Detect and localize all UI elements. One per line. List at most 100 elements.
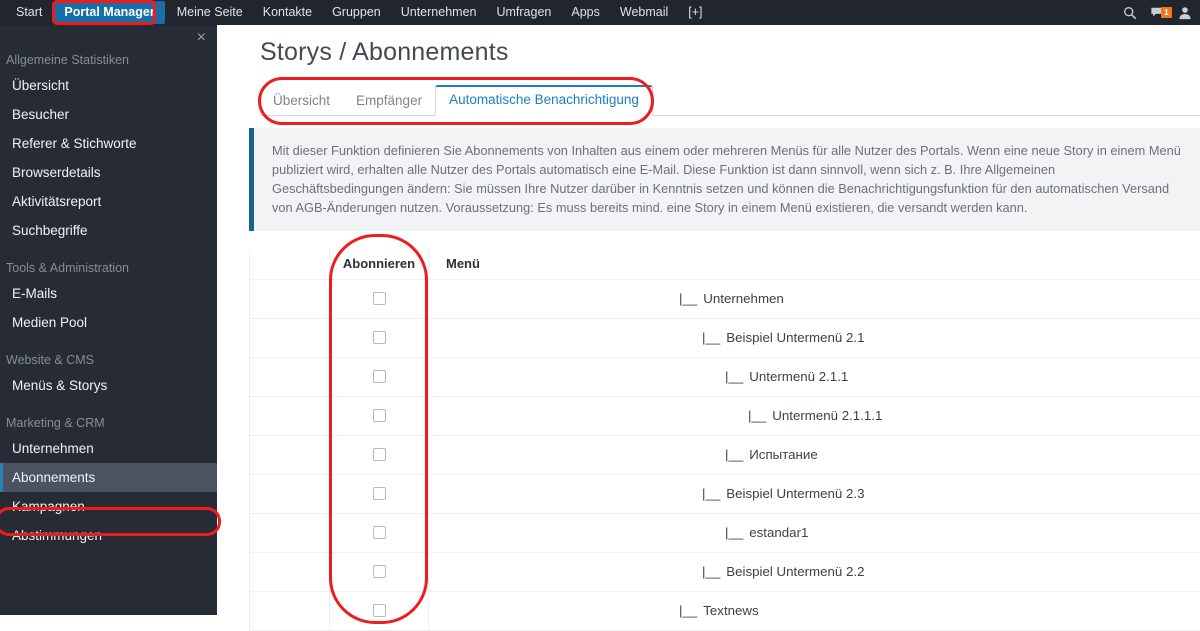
- sidebar-close-icon[interactable]: ×: [197, 30, 206, 46]
- row-spacer-cell: [250, 279, 330, 318]
- page-title: Storys / Abonnements: [217, 25, 1200, 67]
- sidebar-item-suchbegriffe[interactable]: Suchbegriffe: [0, 216, 217, 245]
- table-row: |__ Испытание: [250, 435, 1200, 474]
- tree-prefix: |__: [702, 486, 720, 501]
- subscription-table: Abonnieren Menü |__Unternehmen|__Beispie…: [249, 249, 1200, 631]
- table-row: |__ Untermenü 2.1.1: [250, 357, 1200, 396]
- tree-prefix: |__: [679, 291, 697, 306]
- menu-label: Beispiel Untermenü 2.2: [726, 564, 864, 579]
- menu-label: Unternehmen: [703, 291, 784, 306]
- sidebar-item-abstimmungen[interactable]: Abstimmungen: [0, 521, 217, 550]
- subscribe-cell: [330, 357, 429, 396]
- sidebar-item-unternehmen[interactable]: Unternehmen: [0, 434, 217, 463]
- tab-empf-nger[interactable]: Empfänger: [343, 87, 435, 116]
- sidebar-group-title: Tools & Administration: [0, 261, 217, 275]
- top-navigation-bar: StartPortal ManagerMeine SeiteKontakteGr…: [0, 0, 1200, 25]
- menu-cell: |__Textnews: [429, 591, 1200, 630]
- table-row: |__ estandar1: [250, 513, 1200, 552]
- menu-label: Испытание: [749, 447, 817, 462]
- subscribe-checkbox[interactable]: [373, 526, 386, 539]
- subscribe-checkbox[interactable]: [373, 448, 386, 461]
- messages-icon[interactable]: 1: [1150, 6, 1165, 20]
- table-header-row: Abonnieren Menü: [250, 249, 1200, 279]
- tab-automatische-benachrichtigung[interactable]: Automatische Benachrichtigung: [435, 85, 653, 116]
- message-count-badge: 1: [1161, 7, 1172, 18]
- menu-label: estandar1: [749, 525, 808, 540]
- sidebar-item-men-s-storys[interactable]: Menüs & Storys: [0, 371, 217, 400]
- tree-prefix: |__: [725, 525, 743, 540]
- subscribe-checkbox[interactable]: [373, 409, 386, 422]
- sidebar-item-medien-pool[interactable]: Medien Pool: [0, 308, 217, 337]
- search-icon[interactable]: [1123, 6, 1137, 20]
- nav-item-portal-manager[interactable]: Portal Manager: [54, 1, 164, 24]
- table-body: |__Unternehmen|__Beispiel Untermenü 2.1|…: [250, 279, 1200, 630]
- nav-item-[interactable]: [+]: [678, 2, 712, 23]
- sidebar-groups: Allgemeine Statistiken ÜbersichtBesucherR…: [0, 53, 217, 550]
- row-spacer-cell: [250, 357, 330, 396]
- main-content: Storys / Abonnements ÜbersichtEmpfängerA…: [217, 25, 1200, 615]
- subscribe-cell: [330, 318, 429, 357]
- sidebar-item-browserdetails[interactable]: Browserdetails: [0, 158, 217, 187]
- nav-item-unternehmen[interactable]: Unternehmen: [391, 2, 487, 23]
- menu-label: Untermenü 2.1.1: [749, 369, 848, 384]
- sidebar-item-besucher[interactable]: Besucher: [0, 100, 217, 129]
- subscribe-checkbox[interactable]: [373, 565, 386, 578]
- sidebar-item-e-mails[interactable]: E-Mails: [0, 279, 217, 308]
- sidebar-item-aktivit-tsreport[interactable]: Aktivitätsreport: [0, 187, 217, 216]
- tree-prefix: |__: [702, 330, 720, 345]
- subscribe-cell: [330, 474, 429, 513]
- menu-cell: |__Untermenü 2.1.1.1: [429, 396, 1200, 435]
- menu-cell: |__Beispiel Untermenü 2.2: [429, 552, 1200, 591]
- table-row: |__ Unternehmen: [250, 279, 1200, 318]
- info-box: Mit dieser Funktion definieren Sie Abonn…: [249, 128, 1200, 231]
- menu-cell: |__ Испытание: [429, 435, 1200, 474]
- subscribe-cell: [330, 513, 429, 552]
- top-nav-right-icons: 1: [1123, 0, 1192, 25]
- subscribe-checkbox[interactable]: [373, 487, 386, 500]
- nav-item-start[interactable]: Start: [6, 2, 52, 23]
- nav-item-kontakte[interactable]: Kontakte: [253, 2, 322, 23]
- table-row: |__Untermenü 2.1.1.1: [250, 396, 1200, 435]
- sidebar-group-title: Allgemeine Statistiken: [0, 53, 217, 67]
- table-row: |__Textnews: [250, 591, 1200, 630]
- menu-cell: |__ estandar1: [429, 513, 1200, 552]
- header-abonnieren: Abonnieren: [330, 249, 429, 279]
- tree-prefix: |__: [725, 447, 743, 462]
- sidebar: × Allgemeine Statistiken ÜbersichtBesuche…: [0, 25, 217, 615]
- sidebar-group-title: Marketing & CRM: [0, 416, 217, 430]
- table-row: |__Beispiel Untermenü 2.1: [250, 318, 1200, 357]
- menu-label: Beispiel Untermenü 2.3: [726, 486, 864, 501]
- table-head: Abonnieren Menü: [250, 249, 1200, 279]
- menu-cell: |__Beispiel Untermenü 2.1: [429, 318, 1200, 357]
- subscribe-checkbox[interactable]: [373, 292, 386, 305]
- info-box-text: Mit dieser Funktion definieren Sie Abonn…: [272, 141, 1184, 217]
- sidebar-item-kampagnen[interactable]: Kampagnen: [0, 492, 217, 521]
- nav-item-umfragen[interactable]: Umfragen: [486, 2, 561, 23]
- tab-strip: ÜbersichtEmpfängerAutomatische Benachric…: [260, 85, 1200, 116]
- nav-item-apps[interactable]: Apps: [561, 2, 610, 23]
- menu-cell: |__ Untermenü 2.1.1: [429, 357, 1200, 396]
- sidebar-item-abonnements[interactable]: Abonnements: [0, 463, 217, 492]
- user-icon[interactable]: [1178, 6, 1192, 20]
- nav-item-meine-seite[interactable]: Meine Seite: [167, 2, 253, 23]
- row-spacer-cell: [250, 435, 330, 474]
- header-spacer: [250, 249, 330, 279]
- menu-cell: |__ Beispiel Untermenü 2.3: [429, 474, 1200, 513]
- row-spacer-cell: [250, 552, 330, 591]
- nav-item-gruppen[interactable]: Gruppen: [322, 2, 391, 23]
- subscription-table-wrapper: Abonnieren Menü |__Unternehmen|__Beispie…: [249, 249, 1200, 631]
- nav-item-webmail[interactable]: Webmail: [610, 2, 678, 23]
- sidebar-item-referer-stichworte[interactable]: Referer & Stichworte: [0, 129, 217, 158]
- tab-bersicht[interactable]: Übersicht: [260, 87, 343, 116]
- subscribe-checkbox[interactable]: [373, 370, 386, 383]
- sidebar-item-bersicht[interactable]: Übersicht: [0, 71, 217, 100]
- tree-prefix: |__: [725, 369, 743, 384]
- subscribe-checkbox[interactable]: [373, 331, 386, 344]
- row-spacer-cell: [250, 396, 330, 435]
- menu-label: Textnews: [703, 603, 758, 618]
- sidebar-group-title: Website & CMS: [0, 353, 217, 367]
- top-nav-items: StartPortal ManagerMeine SeiteKontakteGr…: [0, 1, 713, 24]
- subscribe-cell: [330, 435, 429, 474]
- tree-prefix: |__: [748, 408, 766, 423]
- subscribe-cell: [330, 552, 429, 591]
